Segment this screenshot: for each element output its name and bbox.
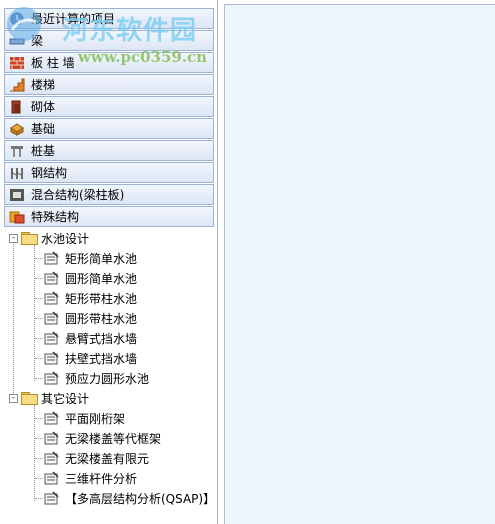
tree-item-label: 矩形带柱水池 [65,291,138,306]
tree-item-label: 预应力圆形水池 [65,371,150,386]
category-label: 砌体 [31,100,56,114]
category-label: 桩基 [31,144,56,158]
tree-branch [35,418,43,419]
category-label: 楼梯 [31,78,56,92]
tree-item-label: 无梁楼盖有限元 [65,451,150,466]
category-label: 最近计算的项目 [31,12,116,26]
calculator-icon [44,431,60,445]
calculator-icon [44,411,60,425]
tree-item[interactable]: 无梁楼盖有限元 [44,449,149,467]
tree-item-label: 圆形带柱水池 [65,311,138,326]
tree-branch [35,498,43,499]
category-slab-column-wall[interactable]: 板 柱 墙 [4,52,214,73]
category-masonry[interactable]: 砌体 [4,96,214,117]
calculator-icon [44,351,60,365]
stairs-icon [9,78,25,92]
tree-branch [35,478,43,479]
calculator-icon [44,491,60,505]
tree-item-label: 三维杆件分析 [65,471,138,486]
category-label: 混合结构(梁柱板) [31,188,125,202]
collapse-toggle[interactable]: - [9,233,18,243]
category-pile[interactable]: 桩基 [4,140,214,161]
calculator-icon [44,311,60,325]
left-panel: 最近计算的项目 梁 板 柱 墙 楼梯 砌体 基础 桩基 钢结构 混合结构(梁柱板… [0,0,218,524]
tree-branch [35,458,43,459]
category-beam[interactable]: 梁 [4,30,214,51]
recent-icon [9,12,25,26]
tree-item[interactable]: 矩形带柱水池 [44,289,137,307]
tree-item[interactable]: 无梁楼盖等代框架 [44,429,161,447]
tree-item[interactable]: 悬臂式挡水墙 [44,329,137,347]
beam-icon [9,34,25,48]
tree-item[interactable]: 三维杆件分析 [44,469,137,487]
tree-branch [35,278,43,279]
tree-item[interactable]: 【多高层结构分析(QSAP)】 [44,489,215,507]
tree-branch [35,358,43,359]
tree-group-water-tank[interactable]: - 水池设计 [9,229,89,247]
collapse-toggle[interactable]: - [9,393,18,403]
calculator-icon [44,331,60,345]
tree-item-label: 无梁楼盖等代框架 [65,431,162,446]
tree-branch [35,378,43,379]
category-label: 梁 [31,34,44,48]
folder-open-icon [21,232,38,245]
tree-item[interactable]: 预应力圆形水池 [44,369,149,387]
tree-branch [35,438,43,439]
tree-group-label: 水池设计 [41,231,90,246]
tree-item-label: 【多高层结构分析(QSAP)】 [65,491,216,506]
tree-guide-line [34,405,35,501]
tree-branch [35,258,43,259]
tree-item[interactable]: 圆形带柱水池 [44,309,137,327]
tree-guide-line [13,241,14,399]
tree-item-label: 平面刚桁架 [65,411,126,426]
calculator-icon [44,471,60,485]
tree-item[interactable]: 平面刚桁架 [44,409,125,427]
category-recent[interactable]: 最近计算的项目 [4,8,214,29]
calculator-icon [44,291,60,305]
category-steel[interactable]: 钢结构 [4,162,214,183]
tree-item-label: 矩形简单水池 [65,251,138,266]
masonry-icon [9,100,25,114]
tree-item-label: 扶壁式挡水墙 [65,351,138,366]
tree-item-label: 圆形简单水池 [65,271,138,286]
category-stairs[interactable]: 楼梯 [4,74,214,95]
category-label: 钢结构 [31,166,68,180]
calculator-icon [44,251,60,265]
steel-icon [9,166,25,180]
folder-open-icon [21,392,38,405]
tree-item[interactable]: 矩形简单水池 [44,249,137,267]
tree-guide-line [34,245,35,381]
tree-group-label: 其它设计 [41,391,90,406]
calculator-icon [44,451,60,465]
pile-icon [9,144,25,158]
workspace-panel [224,4,495,524]
tree-item-label: 悬臂式挡水墙 [65,331,138,346]
tree-branch [35,318,43,319]
foundation-icon [9,122,25,136]
category-mixed-structure[interactable]: 混合结构(梁柱板) [4,184,214,205]
category-label: 基础 [31,122,56,136]
mixed-structure-icon [9,188,25,202]
calculator-icon [44,271,60,285]
category-special-structure[interactable]: 特殊结构 [4,206,214,227]
category-label: 板 柱 墙 [31,56,75,70]
category-foundation[interactable]: 基础 [4,118,214,139]
calculator-icon [44,371,60,385]
tree-item[interactable]: 圆形简单水池 [44,269,137,287]
brick-wall-icon [9,56,25,70]
tree-branch [35,338,43,339]
tree-group-other-design[interactable]: - 其它设计 [9,389,89,407]
special-structure-icon [9,210,25,224]
tree-branch [35,298,43,299]
project-tree: - 水池设计 矩形简单水池 圆形简单水池 矩形带柱水池 圆形带柱水池 悬臂式挡水… [4,229,216,521]
category-label: 特殊结构 [31,210,80,224]
tree-item[interactable]: 扶壁式挡水墙 [44,349,137,367]
